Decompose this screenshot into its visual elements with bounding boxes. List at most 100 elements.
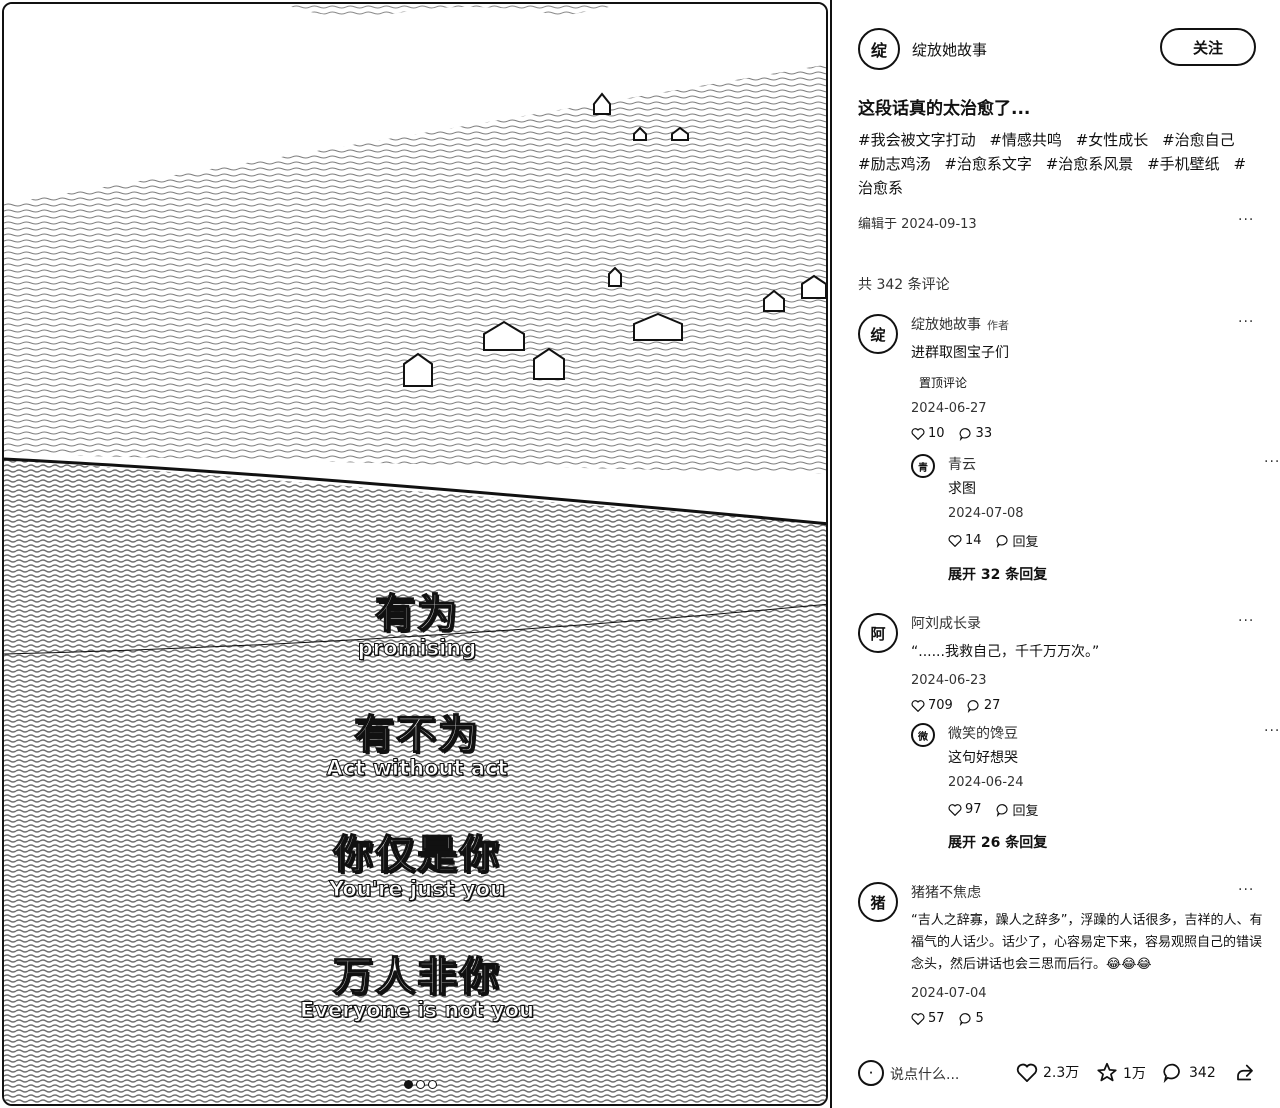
commenter-avatar[interactable]: 绽 xyxy=(858,314,898,354)
tag-list: #我会被文字打动 #情感共鸣 #女性成长 #治愈自己 #励志鸡汤 #治愈系文字 … xyxy=(858,128,1248,200)
comment-icon xyxy=(996,803,1008,817)
heart-icon xyxy=(948,535,962,547)
share-button[interactable] xyxy=(1234,1062,1256,1083)
reply-count: 5 xyxy=(975,1011,984,1026)
more-icon[interactable]: ··· xyxy=(1264,723,1280,739)
carousel-dot-3[interactable] xyxy=(428,1080,437,1089)
star-post-button[interactable]: 1万 xyxy=(1096,1062,1146,1083)
caption-cn-1: 有为 xyxy=(374,590,459,638)
tag-link[interactable]: #治愈自己 xyxy=(1162,131,1235,149)
reply-date: 2024-07-08 xyxy=(948,506,1024,521)
bottom-action-bar: · 说点什么... 2.3万 1万 342 xyxy=(832,1050,1280,1096)
share-icon xyxy=(1237,1064,1253,1081)
user-avatar[interactable]: · xyxy=(858,1060,884,1086)
replier-name[interactable]: 微笑的馋豆 xyxy=(948,723,1248,743)
tag-link[interactable]: #手机壁纸 xyxy=(1147,155,1220,173)
post-like-count: 2.3万 xyxy=(1043,1065,1080,1081)
more-icon[interactable]: ··· xyxy=(1264,454,1280,470)
comment-icon xyxy=(959,1012,971,1026)
like-count: 14 xyxy=(965,533,982,548)
more-icon[interactable]: ··· xyxy=(1238,314,1254,330)
tag-link[interactable]: #情感共鸣 xyxy=(989,131,1062,149)
caption-en-1: promising xyxy=(357,636,477,661)
like-button[interactable]: 97 xyxy=(948,802,982,817)
heart-icon xyxy=(948,804,962,816)
reply-count-button[interactable]: 27 xyxy=(967,698,1000,713)
tag-link[interactable]: #我会被文字打动 xyxy=(858,131,976,149)
comment-icon xyxy=(967,699,979,713)
like-button[interactable]: 57 xyxy=(911,1011,945,1026)
author-tag: 作者 xyxy=(987,319,1009,332)
comment-icon xyxy=(1163,1063,1180,1083)
caption-en-2: Act without act xyxy=(326,756,508,781)
like-count: 97 xyxy=(965,802,982,817)
post-image[interactable]: 有为 promising 有不为 Act without act 你仅是你 Yo… xyxy=(2,2,828,1106)
carousel-dot-1[interactable] xyxy=(404,1080,413,1089)
comment-text: “......我救自己，千千万万次。” xyxy=(911,644,1100,660)
commenter-name[interactable]: 绽放她故事 xyxy=(911,317,981,333)
caption-cn-4: 万人非你 xyxy=(332,953,501,1001)
tag-link[interactable]: #治愈系风景 xyxy=(1046,155,1134,173)
author-header[interactable]: 绽 绽放她故事 xyxy=(858,28,987,70)
commenter-avatar[interactable]: 阿 xyxy=(858,613,898,653)
more-icon[interactable]: ··· xyxy=(1238,212,1254,228)
comment-item: 绽 绽放她故事 作者 进群取图宝子们 置顶评论 2024-06-27 10 33 … xyxy=(858,314,1279,594)
commenter-avatar[interactable]: 猪 xyxy=(858,882,898,922)
post-title: 这段话真的太治愈了... xyxy=(858,99,1031,119)
comment-post-button[interactable]: 342 xyxy=(1162,1062,1216,1083)
more-icon[interactable]: ··· xyxy=(1238,613,1254,629)
reply-count-button[interactable]: 33 xyxy=(959,426,992,441)
commenter-name[interactable]: 猪猪不焦虑 xyxy=(911,882,1271,902)
commenter-name[interactable]: 阿刘成长录 xyxy=(911,613,1271,633)
caption-cn-3: 你仅是你 xyxy=(332,831,501,879)
expand-replies-button[interactable]: 展开 32 条回复 xyxy=(948,564,1047,584)
reply-text: 求图 xyxy=(948,481,976,497)
tag-link[interactable]: #励志鸡汤 xyxy=(858,155,931,173)
carousel-dot-2[interactable] xyxy=(416,1080,425,1089)
like-button[interactable]: 10 xyxy=(911,426,945,441)
more-icon[interactable]: ··· xyxy=(1238,882,1254,898)
comment-date: 2024-06-23 xyxy=(911,673,987,688)
comment-input[interactable]: 说点什么... xyxy=(890,1064,959,1084)
replier-avatar[interactable]: 青 xyxy=(911,454,935,478)
tag-link[interactable]: #女性成长 xyxy=(1076,131,1149,149)
follow-button[interactable]: 关注 xyxy=(1160,28,1256,66)
carousel-dots[interactable] xyxy=(404,1080,437,1089)
reply-text: 这句好想哭 xyxy=(948,750,1018,766)
heart-icon xyxy=(1016,1063,1038,1082)
comment-date: 2024-06-27 xyxy=(911,401,987,416)
pinned-label: 置顶评论 xyxy=(919,376,968,390)
comment-icon xyxy=(959,427,971,441)
expand-replies-button[interactable]: 展开 26 条回复 xyxy=(948,832,1047,852)
reply-button[interactable]: 回复 xyxy=(996,800,1039,819)
post-detail-panel: 绽 绽放她故事 关注 这段话真的太治愈了... #我会被文字打动 #情感共鸣 #… xyxy=(830,0,1280,1108)
post-comment-count: 342 xyxy=(1189,1064,1216,1081)
replier-name[interactable]: 青云 xyxy=(948,454,1248,474)
comment-item: 阿 阿刘成长录 “......我救自己，千千万万次。” 2024-06-23 7… xyxy=(858,613,1279,863)
like-button[interactable]: 709 xyxy=(911,698,953,713)
reply-button[interactable]: 回复 xyxy=(996,531,1039,550)
comment-item: 猪 猪猪不焦虑 “吉人之辞寡，躁人之辞多”，浮躁的人话很多，吉祥的人、有福气的人… xyxy=(858,882,1262,1042)
comment-icon xyxy=(996,534,1008,548)
tag-link[interactable]: #治愈系文字 xyxy=(944,155,1032,173)
edited-date: 编辑于 2024-09-13 xyxy=(858,217,977,232)
author-avatar[interactable]: 绽 xyxy=(858,28,900,70)
heart-icon xyxy=(911,1013,925,1025)
like-button[interactable]: 14 xyxy=(948,533,982,548)
caption-en-3: You're just you xyxy=(328,877,506,902)
like-post-button[interactable]: 2.3万 xyxy=(1016,1062,1079,1082)
author-name[interactable]: 绽放她故事 xyxy=(912,39,987,60)
reply-label: 回复 xyxy=(1012,535,1039,550)
like-count: 709 xyxy=(928,698,953,713)
star-icon xyxy=(1097,1062,1117,1082)
reply-count-button[interactable]: 5 xyxy=(959,1011,984,1026)
comment-text: “吉人之辞寡，躁人之辞多”，浮躁的人话很多，吉祥的人、有福气的人话少。话少了，心… xyxy=(911,913,1263,972)
caption-cn-2: 有不为 xyxy=(353,711,480,759)
reply-date: 2024-06-24 xyxy=(948,775,1024,790)
heart-icon xyxy=(911,428,925,440)
heart-icon xyxy=(911,700,925,712)
replier-avatar[interactable]: 微 xyxy=(911,723,935,747)
comment-date: 2024-07-04 xyxy=(911,986,987,1001)
comment-text: 进群取图宝子们 xyxy=(911,345,1009,361)
reply-label: 回复 xyxy=(1012,804,1039,819)
